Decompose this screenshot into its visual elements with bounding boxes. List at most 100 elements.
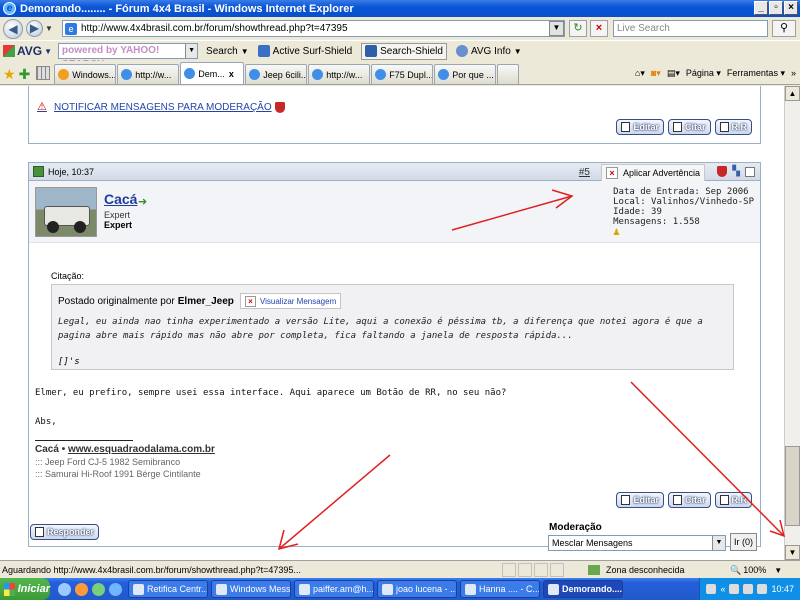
history-dropdown-icon[interactable]: ▼ [45,24,53,33]
quick-launch-icon[interactable] [92,582,105,596]
moderation-select[interactable]: Mesclar Mensagens ▼ [548,535,726,551]
tab-windows[interactable]: Windows... [54,64,117,84]
username-link[interactable]: Cacá [104,191,137,207]
view-message-link[interactable]: × Visualizar Mensagem [239,293,342,309]
close-tab-icon[interactable]: x [229,69,234,79]
signature-site-link[interactable]: www.esquadraodalama.com.br [68,444,215,455]
tab-por-que[interactable]: Por que ... [434,64,497,84]
search-shield-icon [365,45,378,57]
taskbar-item[interactable]: Hanna .... - C... [460,580,540,598]
edit-button[interactable]: Editar [616,119,664,135]
taskbar-item[interactable]: Retifica Centr... [128,580,208,598]
tab-jeep[interactable]: Jeep 6cili... [245,64,308,84]
tray-expand-icon[interactable]: « [720,584,725,594]
taskbar-item[interactable]: Windows Mess... [211,580,291,598]
zoom-control[interactable]: 🔍 100% ▼ [730,563,782,577]
tab-f75[interactable]: F75 Dupl... [371,64,434,84]
tools-menu[interactable]: Ferramentas ▾ [727,68,785,79]
home-icon[interactable]: ⌂▾ [635,68,645,79]
taskbar-item-icon [382,583,393,595]
address-bar[interactable]: e http://www.4x4brasil.com.br/forum/show… [62,20,565,37]
tray-icon[interactable] [743,584,754,594]
taskbar-item-icon [548,583,559,595]
quick-tabs-icon[interactable] [36,66,51,80]
more-chevron-icon[interactable]: » [791,68,796,78]
yahoo-dropdown-icon[interactable]: ▼ [185,44,198,58]
yahoo-search-input[interactable]: powered by YAHOO! SEARCH▼ [58,43,199,70]
apply-warning-button[interactable]: × Aplicar Advertência [600,164,705,182]
avg-logo-text: AVG [17,44,43,58]
print-icon[interactable]: ▤▾ [667,68,680,79]
tab-demorando[interactable]: Dem... x [180,62,245,84]
add-favorite-icon[interactable]: ✚ [19,64,31,84]
back-button[interactable]: ◀ [3,18,23,39]
tab-icon [58,69,70,80]
quote-origin: Postado originalmente por Elmer_Jeep × Vi… [58,293,727,309]
live-search-input[interactable]: Live Search [613,20,768,37]
scroll-up-icon[interactable]: ▲ [785,86,800,101]
start-button[interactable]: Iniciar [0,578,50,600]
search-go-icon[interactable]: ⚲ [772,20,796,37]
quote-signature: []'s [58,357,80,367]
avg-dropdown-icon[interactable]: ▼ [44,47,52,56]
forward-button[interactable]: ▶ [26,20,43,37]
reply-button[interactable]: Responder [30,524,100,540]
taskbar-item-active[interactable]: Demorando.... [543,580,623,598]
tab-label: F75 Dupl... [389,69,434,80]
address-dropdown-icon[interactable]: ▼ [549,21,564,36]
tray-icon[interactable] [706,584,717,594]
notify-moderation-link[interactable]: ⚠ NOTIFICAR MENSAGENS PARA MODERAÇÃO [37,102,285,113]
quote-button[interactable]: Citar [667,119,711,135]
signature-vehicle: ::: Jeep Ford CJ-5 1982 Semibranco [35,457,181,467]
stop-icon[interactable]: × [590,20,608,37]
select-post-checkbox[interactable] [745,166,755,177]
report-shield-icon[interactable] [717,166,728,177]
rr-button[interactable]: R.R [714,119,752,135]
tab-label: Dem... [198,68,225,79]
moderation-go-button[interactable]: Ir (0) [730,533,757,551]
security-zone[interactable]: Zona desconhecida [588,563,698,577]
post-number-link[interactable]: #5 [579,167,590,178]
quick-launch-icon[interactable] [109,582,122,596]
quote-icon [672,495,682,505]
wheel-front [47,221,59,233]
tray-icon[interactable] [729,584,740,594]
close-window-button[interactable]: × [784,1,798,15]
notify-moderation-label: NOTIFICAR MENSAGENS PARA MODERAÇÃO [54,102,272,113]
warning-icon: ⚠ [37,101,47,113]
avg-search-button[interactable]: Search ▼ [206,46,249,57]
join-date: Data de Entrada: Sep 2006 [613,187,749,197]
ip-icon[interactable]: ▚ [732,166,740,177]
taskbar-item[interactable]: joao lucena - ... [377,580,457,598]
avg-info-button[interactable]: AVG Info ▼ [453,43,525,60]
tab-http-1[interactable]: http://w... [117,64,180,84]
taskbar-item-label: Demorando.... [562,584,623,594]
quick-launch-icon[interactable] [75,582,88,596]
command-bar: ⌂▾ ◙▾ ▤▾ Página ▾ Ferramentas ▾ » [635,62,800,84]
search-shield-button[interactable]: Search-Shield [361,42,447,60]
new-tab[interactable] [497,64,520,84]
active-surf-shield-button[interactable]: Active Surf-Shield [255,43,355,60]
restore-button[interactable]: ▫ [769,1,783,15]
favorites-star-icon[interactable]: ★ [3,64,16,84]
feeds-icon[interactable]: ◙▾ [651,68,661,79]
tray-icon[interactable] [757,584,768,594]
quote-box: Postado originalmente por Elmer_Jeep × Vi… [51,284,734,370]
avatar [35,187,97,237]
user-location: Local: Valinhos/Vinhedo-SP [613,197,754,207]
vertical-scrollbar[interactable]: ▲ ▼ [784,86,800,560]
quote-button[interactable]: Citar [667,492,711,508]
tab-label: Jeep 6cili... [263,69,308,80]
taskbar-item[interactable]: paiffer.am@h... [294,580,374,598]
post-body-line: Elmer, eu prefiro, sempre usei essa inte… [35,388,507,398]
scroll-thumb[interactable] [785,446,800,526]
page-menu[interactable]: Página ▾ [686,68,721,79]
edit-button[interactable]: Editar [616,492,664,508]
refresh-icon[interactable]: ↻ [569,20,587,37]
scroll-down-icon[interactable]: ▼ [785,545,800,560]
tab-http-2[interactable]: http://w... [308,64,371,84]
minimize-button[interactable]: _ [754,1,768,15]
quick-launch-icon[interactable] [58,582,71,596]
avg-logo[interactable]: AVG ▼ [3,44,52,58]
rr-button[interactable]: R.R [714,492,752,508]
